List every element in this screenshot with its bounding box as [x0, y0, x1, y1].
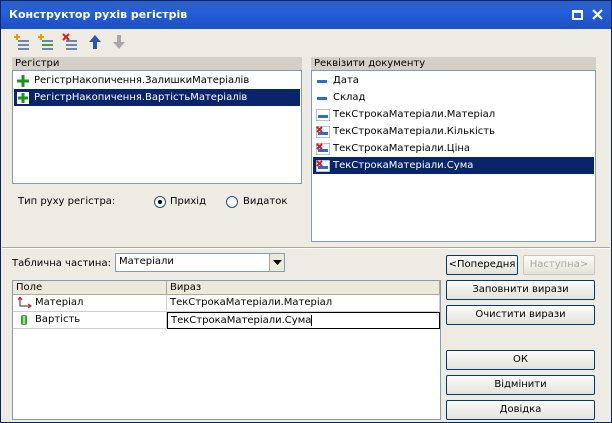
delete-register-button[interactable]	[62, 33, 80, 51]
attributes-header: Реквізити документу	[311, 57, 596, 70]
window-title: Конструктор рухів регістрів	[9, 8, 188, 21]
text-cursor	[311, 314, 313, 326]
register-item[interactable]: РегістрНакопичення.ЗалишкиМатеріалів	[14, 72, 300, 89]
chevron-down-icon	[273, 260, 282, 265]
attribute-item-label: Склад	[333, 92, 366, 103]
tabular-part-label: Таблична частина:	[12, 258, 111, 269]
table-row-field: Вартість	[35, 314, 81, 325]
expression-text: ТекСтрокаМатеріали.Сума	[171, 315, 312, 326]
delete-register-icon	[62, 33, 77, 50]
dropdown-button[interactable]	[269, 254, 284, 271]
table-cell-field[interactable]: Вартість	[13, 312, 167, 329]
attributes-list[interactable]: Дата Склад ТекСтрокаМатеріали.Матеріал Т…	[311, 70, 596, 242]
tabular-part-value: Матеріали	[119, 256, 174, 267]
register-movements-dialog: Конструктор рухів регістрів Регістри Рег…	[0, 0, 612, 423]
accumulation-register-icon	[17, 92, 29, 104]
attribute-item[interactable]: Склад	[313, 89, 594, 106]
attribute-item[interactable]: ТекСтрокаМатеріали.Кількість	[313, 123, 594, 140]
radio-selected-dot	[158, 200, 162, 204]
attribute-item-label: ТекСтрокаМатеріали.Сума	[333, 160, 474, 171]
movement-type-label: Тип руху регістра:	[18, 196, 116, 207]
move-up-icon	[89, 35, 101, 49]
register-item[interactable]: РегістрНакопичення.ВартістьМатеріалів	[14, 89, 300, 106]
attribute-item[interactable]: ТекСтрокаМатеріали.Ціна	[313, 140, 594, 157]
title-bar: Конструктор рухів регістрів	[1, 1, 611, 29]
add-register-icon	[14, 34, 29, 50]
table-attribute-used-icon	[316, 143, 330, 155]
table-row-field: Матеріал	[35, 297, 84, 308]
maximize-icon	[572, 10, 583, 20]
attribute-item[interactable]: ТекСтрокаМатеріали.Матеріал	[313, 106, 594, 123]
registers-list[interactable]: РегістрНакопичення.ЗалишкиМатеріалів Рег…	[12, 70, 302, 184]
attribute-item[interactable]: ТекСтрокаМатеріали.Сума	[313, 157, 594, 174]
register-item-label: РегістрНакопичення.ЗалишкиМатеріалів	[34, 75, 250, 86]
clear-expressions-button[interactable]: Очистити вирази	[446, 305, 595, 325]
dimension-icon	[18, 297, 32, 309]
income-radio[interactable]	[154, 196, 166, 208]
table-attribute-used-icon	[316, 126, 330, 138]
registers-header: Регістри	[12, 57, 302, 70]
table-row-expression[interactable]: ТекСтрокаМатеріали.Матеріал	[167, 295, 440, 312]
tabular-part-select[interactable]: Матеріали	[115, 253, 285, 272]
table-attribute-icon	[316, 109, 330, 121]
expense-radio-label: Видаток	[243, 196, 288, 207]
column-header-expression[interactable]: Вираз	[167, 281, 440, 295]
close-button[interactable]	[589, 7, 606, 23]
add-copy-button[interactable]	[38, 33, 56, 51]
next-button[interactable]: Наступна>	[523, 255, 595, 275]
attribute-icon	[317, 97, 327, 100]
resource-icon	[21, 315, 27, 325]
table-cell-field[interactable]: Матеріал	[13, 295, 167, 312]
dialog-body: Регістри РегістрНакопичення.ЗалишкиМатер…	[2, 29, 610, 422]
attribute-icon	[317, 80, 327, 83]
fill-expressions-button[interactable]: Заповнити вирази	[446, 280, 595, 300]
attribute-item[interactable]: Дата	[313, 72, 594, 89]
maximize-button[interactable]	[569, 7, 586, 23]
accumulation-register-icon	[17, 75, 29, 87]
ok-button[interactable]: ОК	[446, 350, 595, 370]
move-down-button[interactable]	[110, 33, 128, 51]
table-row-expression-editing[interactable]: ТекСтрокаМатеріали.Сума	[167, 312, 440, 329]
attribute-item-label: ТекСтрокаМатеріали.Кількість	[333, 126, 495, 137]
register-item-label: РегістрНакопичення.ВартістьМатеріалів	[34, 92, 248, 103]
move-down-icon	[113, 35, 125, 49]
attribute-item-label: Дата	[333, 75, 359, 86]
attribute-item-label: ТекСтрокаМатеріали.Матеріал	[333, 109, 496, 120]
help-button[interactable]: Довідка	[446, 400, 595, 420]
expense-radio[interactable]	[226, 196, 238, 208]
table-attribute-used-icon	[316, 160, 330, 172]
close-icon	[592, 9, 603, 20]
column-header-field[interactable]: Поле	[13, 281, 167, 295]
move-up-button[interactable]	[86, 33, 104, 51]
add-copy-icon	[38, 34, 53, 50]
previous-button[interactable]: <Попередня	[446, 255, 518, 275]
add-register-button[interactable]	[14, 33, 32, 51]
attribute-item-label: ТекСтрокаМатеріали.Ціна	[333, 143, 471, 154]
mapping-table[interactable]: Поле Вираз Матеріал ТекСтрокаМатеріали.М…	[12, 280, 441, 420]
income-radio-label: Прихід	[170, 196, 206, 207]
divider	[2, 247, 610, 249]
cancel-button[interactable]: Відмінити	[446, 375, 595, 395]
